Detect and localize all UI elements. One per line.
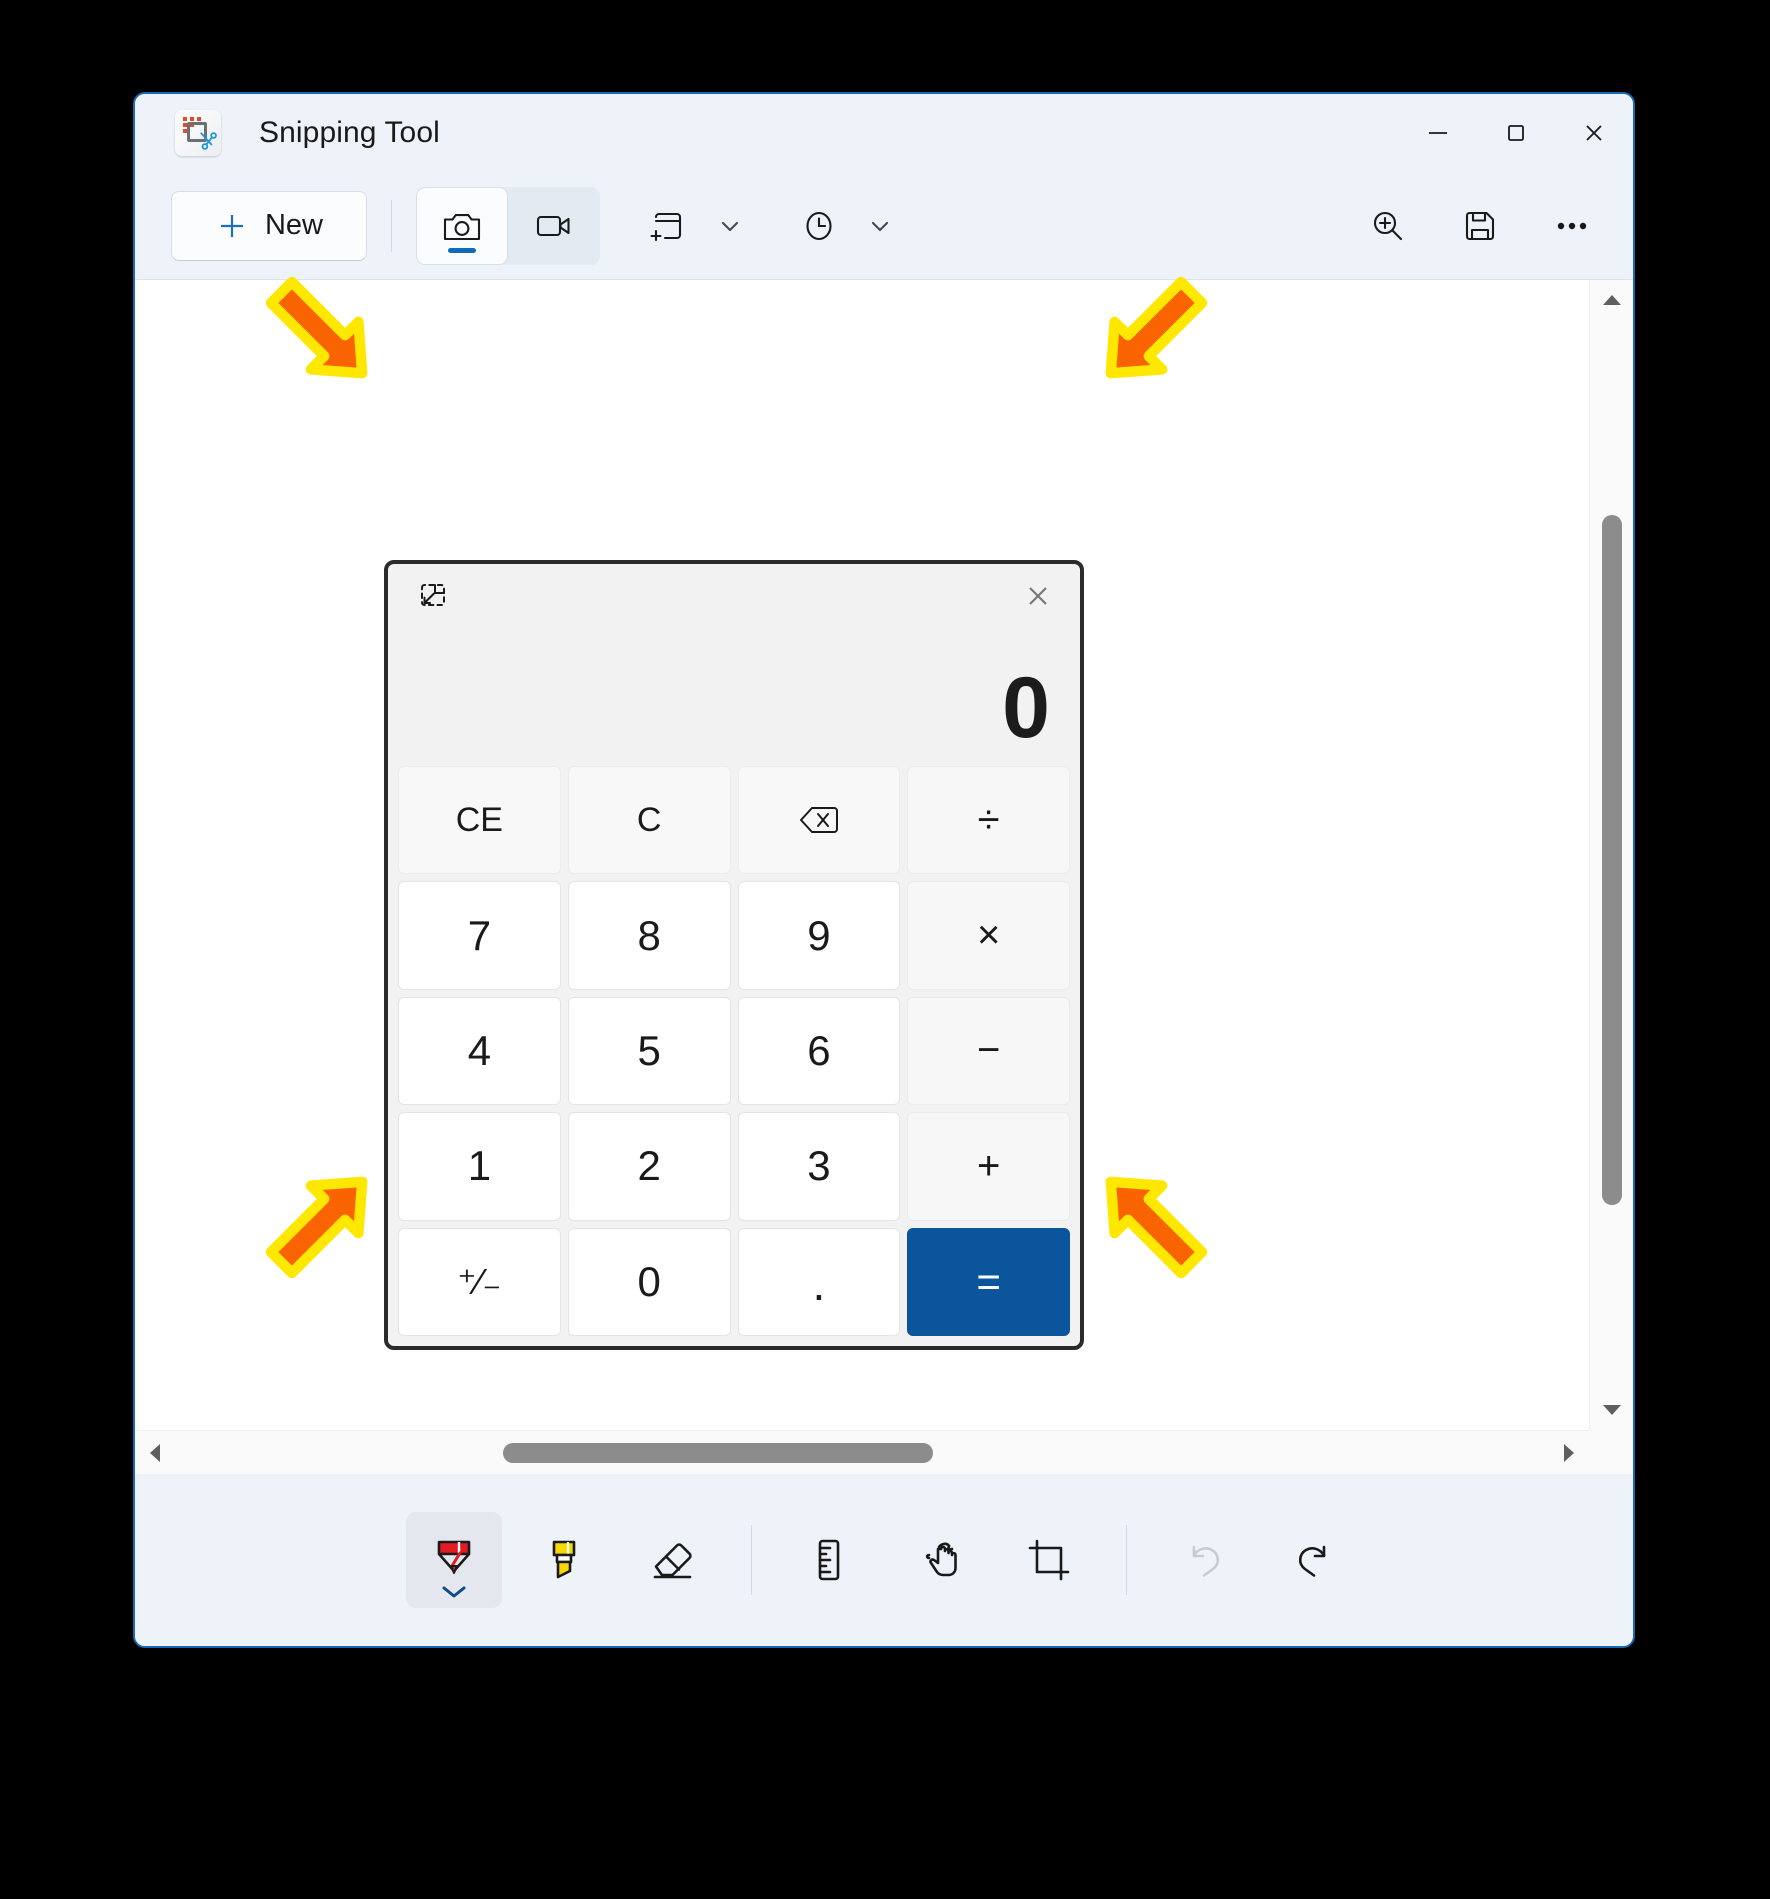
snipping-tool-window: Snipping Tool New 0 CE C ÷ 7 8 9 × 4 5 6… bbox=[133, 92, 1635, 1648]
new-snip-label: New bbox=[264, 209, 323, 241]
key-6[interactable]: 6 bbox=[737, 996, 901, 1106]
scrollbar-corner bbox=[1589, 1430, 1633, 1474]
key-clear[interactable]: C bbox=[567, 766, 731, 875]
mode-active-indicator bbox=[448, 247, 476, 253]
key-4[interactable]: 4 bbox=[398, 996, 561, 1106]
key-divide[interactable]: ÷ bbox=[907, 766, 1070, 875]
scroll-right-arrow[interactable] bbox=[1549, 1431, 1589, 1474]
key-5[interactable]: 5 bbox=[567, 996, 731, 1106]
key-1[interactable]: 1 bbox=[398, 1112, 561, 1221]
touch-writing-tool[interactable] bbox=[891, 1512, 987, 1608]
maximize-button[interactable] bbox=[1477, 94, 1555, 172]
undo-tool[interactable] bbox=[1156, 1512, 1252, 1608]
more-options-button[interactable] bbox=[1537, 187, 1607, 265]
video-record-mode-button[interactable] bbox=[508, 187, 600, 265]
crop-tool[interactable] bbox=[1001, 1512, 1097, 1608]
key-backspace[interactable] bbox=[737, 766, 901, 875]
vertical-scrollbar[interactable] bbox=[1589, 280, 1633, 1430]
zoom-in-button[interactable] bbox=[1353, 187, 1423, 265]
vertical-scrollbar-thumb[interactable] bbox=[1602, 515, 1622, 1205]
toolbar-divider-1 bbox=[391, 199, 392, 252]
new-snip-button[interactable]: New bbox=[171, 190, 367, 261]
horizontal-scrollbar[interactable] bbox=[135, 1430, 1589, 1474]
canvas-wrapper: 0 CE C ÷ 7 8 9 × 4 5 6 − 1 2 3 + ⁺⁄₋ 0 .… bbox=[135, 280, 1633, 1474]
close-button[interactable] bbox=[1555, 94, 1633, 172]
pen-options-chevron[interactable] bbox=[439, 1584, 469, 1600]
key-equals[interactable]: = bbox=[907, 1227, 1070, 1336]
calculator-display-value: 0 bbox=[1002, 660, 1050, 757]
key-subtract[interactable]: − bbox=[907, 996, 1070, 1106]
window-snip-chevron[interactable] bbox=[704, 187, 756, 265]
exit-always-on-top-icon[interactable] bbox=[410, 572, 456, 618]
scroll-left-arrow[interactable] bbox=[135, 1431, 175, 1474]
eraser-tool[interactable] bbox=[626, 1512, 722, 1608]
key-8[interactable]: 8 bbox=[567, 881, 731, 990]
horizontal-scrollbar-thumb[interactable] bbox=[503, 1443, 933, 1463]
key-0[interactable]: 0 bbox=[567, 1227, 731, 1336]
calculator-display: 0 bbox=[388, 626, 1080, 758]
calculator-snip-image: 0 CE C ÷ 7 8 9 × 4 5 6 − 1 2 3 + ⁺⁄₋ 0 .… bbox=[384, 560, 1084, 1350]
screenshot-root: Snipping Tool New 0 CE C ÷ 7 8 9 × 4 5 6… bbox=[0, 0, 1770, 1899]
capture-mode-group bbox=[416, 186, 600, 265]
key-add[interactable]: + bbox=[907, 1112, 1070, 1221]
key-plus-minus[interactable]: ⁺⁄₋ bbox=[398, 1227, 561, 1336]
scroll-down-arrow[interactable] bbox=[1590, 1390, 1633, 1430]
minimize-button[interactable] bbox=[1399, 94, 1477, 172]
key-7[interactable]: 7 bbox=[398, 881, 561, 990]
ballpoint-pen-tool[interactable] bbox=[406, 1512, 502, 1608]
calculator-titlebar bbox=[388, 564, 1080, 626]
screenshot-mode-button[interactable] bbox=[416, 186, 508, 265]
key-2[interactable]: 2 bbox=[567, 1112, 731, 1221]
window-controls bbox=[1399, 94, 1633, 172]
delay-chevron[interactable] bbox=[854, 187, 906, 265]
delay-timer-button[interactable] bbox=[784, 187, 854, 265]
save-button[interactable] bbox=[1445, 187, 1515, 265]
snipping-tool-icon bbox=[175, 110, 221, 156]
calculator-close-icon[interactable] bbox=[1014, 572, 1062, 620]
calculator-keypad: CE C ÷ 7 8 9 × 4 5 6 − 1 2 3 + ⁺⁄₋ 0 . = bbox=[388, 758, 1080, 1346]
snip-canvas[interactable]: 0 CE C ÷ 7 8 9 × 4 5 6 − 1 2 3 + ⁺⁄₋ 0 .… bbox=[135, 280, 1589, 1430]
title-bar: Snipping Tool bbox=[135, 94, 1633, 172]
highlighter-tool[interactable] bbox=[516, 1512, 612, 1608]
toolbar-divider-2 bbox=[751, 1525, 752, 1595]
key-9[interactable]: 9 bbox=[737, 881, 901, 990]
command-bar: New bbox=[135, 172, 1633, 280]
key-multiply[interactable]: × bbox=[907, 881, 1070, 990]
window-title: Snipping Tool bbox=[259, 116, 440, 149]
toolbar-divider-3 bbox=[1126, 1525, 1127, 1595]
scroll-up-arrow[interactable] bbox=[1590, 280, 1633, 320]
annotation-toolbar bbox=[135, 1474, 1633, 1646]
ruler-tool[interactable] bbox=[781, 1512, 877, 1608]
window-snip-button[interactable] bbox=[634, 187, 704, 265]
key-3[interactable]: 3 bbox=[737, 1112, 901, 1221]
key-decimal[interactable]: . bbox=[737, 1227, 901, 1336]
redo-tool[interactable] bbox=[1266, 1512, 1362, 1608]
key-clear-entry[interactable]: CE bbox=[398, 766, 561, 875]
